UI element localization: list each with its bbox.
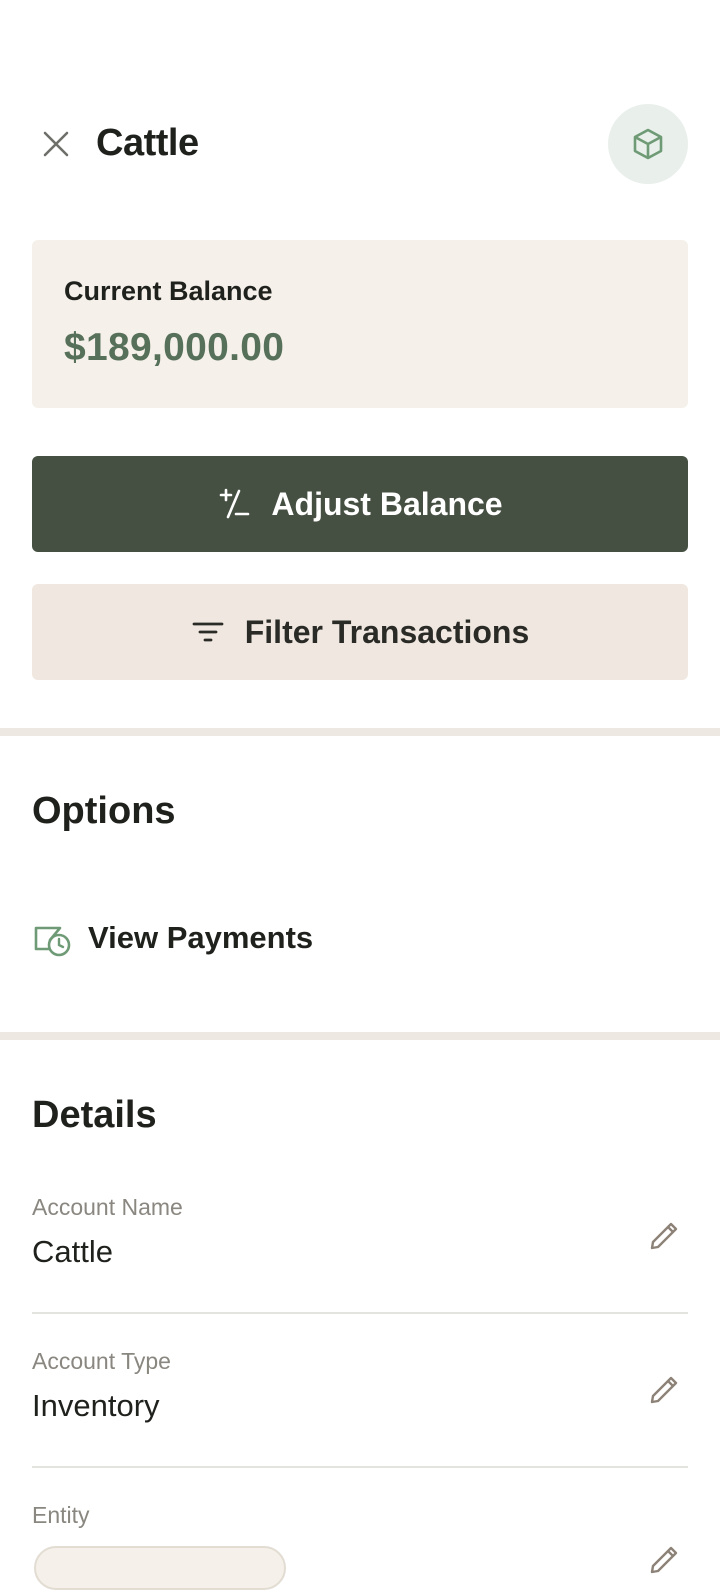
row-separator bbox=[32, 1312, 688, 1314]
row-separator bbox=[32, 1466, 688, 1468]
options-title: Options bbox=[32, 790, 176, 832]
view-payments-option[interactable]: View Payments bbox=[32, 904, 688, 972]
entity-chip[interactable] bbox=[34, 1546, 286, 1590]
plus-minus-icon bbox=[217, 487, 251, 521]
account-name-value: Cattle bbox=[32, 1234, 113, 1269]
account-name-label: Account Name bbox=[32, 1194, 183, 1220]
account-type-label: Account Type bbox=[32, 1348, 171, 1374]
pencil-icon bbox=[650, 1222, 678, 1250]
adjust-balance-button[interactable]: Adjust Balance bbox=[32, 456, 688, 552]
filter-transactions-button[interactable]: Filter Transactions bbox=[32, 584, 688, 680]
balance-value: $189,000.00 bbox=[64, 326, 285, 369]
view-payments-label: View Payments bbox=[88, 920, 314, 955]
balance-card: Current Balance $189,000.00 bbox=[32, 240, 688, 408]
account-type-value: Inventory bbox=[32, 1388, 160, 1423]
payment-history-icon bbox=[32, 918, 72, 958]
balance-label: Current Balance bbox=[64, 276, 273, 306]
pencil-icon bbox=[650, 1546, 678, 1574]
account-name-row: Account Name Cattle bbox=[32, 1194, 688, 1284]
account-type-row: Account Type Inventory bbox=[32, 1348, 688, 1438]
filter-icon bbox=[191, 615, 225, 649]
pencil-icon bbox=[650, 1376, 678, 1404]
header: Cattle bbox=[0, 104, 720, 184]
adjust-balance-label: Adjust Balance bbox=[271, 485, 503, 522]
close-button[interactable] bbox=[32, 120, 80, 168]
entity-label: Entity bbox=[32, 1502, 90, 1528]
edit-account-type-button[interactable] bbox=[640, 1366, 688, 1414]
section-divider bbox=[0, 1032, 720, 1040]
section-divider bbox=[0, 728, 720, 736]
account-icon-button[interactable] bbox=[608, 104, 688, 184]
edit-entity-button[interactable] bbox=[640, 1536, 688, 1584]
filter-transactions-label: Filter Transactions bbox=[244, 613, 530, 650]
cube-icon bbox=[633, 128, 663, 160]
details-title: Details bbox=[32, 1094, 157, 1136]
close-icon bbox=[43, 131, 69, 157]
edit-account-name-button[interactable] bbox=[640, 1212, 688, 1260]
page-title: Cattle bbox=[96, 122, 199, 164]
